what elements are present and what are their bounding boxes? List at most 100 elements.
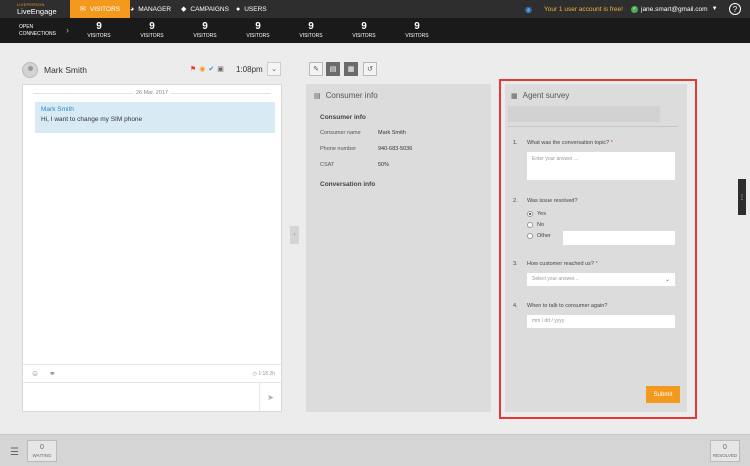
date-input[interactable]: mm / dd / yyyy — [526, 314, 676, 329]
resolved-counter[interactable]: 0 RESOLVED — [710, 440, 740, 462]
stat-label: VISITORS — [140, 33, 164, 39]
open-connections[interactable]: OPEN CONNECTIONS — [19, 24, 56, 38]
stat-item[interactable]: 9 VISITORS — [238, 21, 278, 39]
chevron-right-icon: › — [66, 25, 69, 35]
question-1: 1. What was the conversation topic? * — [513, 140, 613, 146]
stat-label: VISITORS — [193, 33, 217, 39]
question-label: How customer reached us? — [527, 261, 594, 267]
tab-users[interactable]: ● USERS — [236, 0, 267, 18]
waiting-counter[interactable]: 0 WAITING — [27, 440, 57, 462]
submit-button[interactable]: Submit — [646, 386, 680, 403]
consumer-info-panel: ▤ Consumer info Consumer info Consumer n… — [306, 84, 491, 412]
bell-icon[interactable]: ⚑ — [190, 65, 196, 73]
logo[interactable]: LIVEPERSON LiveEngage — [0, 0, 70, 18]
stat-value: 9 — [202, 21, 208, 32]
question-number: 1. — [513, 140, 518, 146]
history-widget-button[interactable]: ↺ — [363, 62, 377, 76]
status-icons: ⚑ ◉ ✔ ▣ — [190, 65, 224, 73]
notes-widget-button[interactable]: ✎ — [309, 62, 323, 76]
question-2: 2. Was issue resolved? — [513, 198, 578, 204]
chat-toolbar: ☺ ⚭ ◷ 1:18 2h — [23, 364, 281, 382]
avatar — [22, 62, 38, 78]
info-key: Phone number — [320, 146, 357, 152]
stat-item[interactable]: 9 VISITORS — [397, 21, 437, 39]
stats-bar: OPEN CONNECTIONS › 9 VISITORS 9 VISITORS 9… — [0, 18, 750, 43]
input-placeholder: mm / dd / yyyy — [532, 318, 565, 324]
top-nav: LIVEPERSON LiveEngage ✉ VISITORS ◕ MANAG… — [0, 0, 750, 18]
info-key: CSAT — [320, 162, 335, 168]
briefcase-icon: ▤ — [329, 66, 337, 73]
info-icon: ◉ — [525, 4, 532, 14]
survey-widget-button[interactable]: ▦ — [344, 62, 358, 76]
panel-title-text: Consumer info — [325, 91, 378, 100]
message-sender: Mark Smith — [41, 106, 74, 113]
attachment-icon[interactable]: ⚭ — [49, 369, 56, 378]
stat-value: 9 — [96, 21, 102, 32]
side-panel-handle[interactable]: ⋮ — [738, 179, 746, 215]
user-menu[interactable]: ✓ jane.smart@gmail.com ▼ — [631, 0, 718, 18]
info-row: Phone number 940-683-5036 — [320, 146, 490, 152]
radio-label: No — [537, 222, 545, 228]
menu-icon[interactable]: ☰ — [10, 447, 19, 458]
tab-visitors[interactable]: ✉ VISITORS — [70, 0, 131, 18]
question-4: 4. When to talk to consumer again? — [513, 303, 607, 309]
logo-name: LiveEngage — [17, 7, 57, 16]
divider — [508, 126, 678, 127]
stat-value: 9 — [149, 21, 155, 32]
radio-button[interactable] — [527, 233, 533, 239]
stat-item[interactable]: 9 VISITORS — [79, 21, 119, 39]
send-icon: ➤ — [267, 393, 274, 402]
stat-value: 9 — [361, 21, 367, 32]
date-separator: 26 Mar. 2017 — [23, 90, 281, 96]
radio-no[interactable]: No — [527, 222, 544, 228]
verified-icon[interactable]: ✔ — [208, 65, 214, 73]
timestamp-text: 1:18 2h — [258, 371, 275, 377]
panel-title: ▦ Agent survey — [511, 91, 569, 100]
input-placeholder: Enter your answer ... — [532, 156, 579, 162]
radio-button[interactable] — [527, 222, 533, 228]
promo-link[interactable]: ◉ Your 1 user account is free! — [525, 0, 623, 18]
agent-survey-panel: ▦ Agent survey 1. What was the conversati… — [505, 84, 687, 412]
stat-label: VISITORS — [246, 33, 270, 39]
other-input[interactable] — [562, 230, 676, 246]
radio-label: Yes — [537, 211, 546, 217]
panel-title-text: Agent survey — [522, 91, 570, 100]
tag-icon: ◆ — [181, 6, 187, 13]
pie-chart-icon: ◕ — [130, 5, 135, 13]
collapse-panel-button[interactable]: ‹ — [290, 226, 299, 244]
emoji-icon[interactable]: ☺ — [31, 369, 39, 378]
radio-yes[interactable]: Yes — [527, 211, 546, 217]
chat-input[interactable]: ➤ — [23, 382, 281, 412]
section-heading: Consumer info — [320, 114, 366, 121]
consumer-info-widget-button[interactable]: ▤ — [326, 62, 340, 76]
monitor-icon[interactable]: ▣ — [217, 65, 224, 73]
engagement-icon[interactable]: ◉ — [199, 65, 205, 73]
reach-select[interactable]: Select your answer... ⌄ — [526, 272, 676, 287]
stat-item[interactable]: 9 VISITORS — [291, 21, 331, 39]
history-icon: ↺ — [367, 66, 373, 73]
stat-label: VISITORS — [405, 33, 429, 39]
tab-label: USERS — [244, 5, 267, 13]
promo-text: Your 1 user account is free! — [543, 5, 623, 13]
stat-item[interactable]: 9 VISITORS — [344, 21, 384, 39]
bottom-bar: ☰ 0 WAITING 0 RESOLVED — [0, 434, 750, 466]
chat-menu-button[interactable]: ⌄ — [267, 62, 281, 76]
radio-other[interactable]: Other — [527, 233, 551, 239]
open-connections-label: OPEN — [19, 24, 34, 30]
tab-manager[interactable]: ◕ MANAGER — [130, 0, 171, 18]
topic-input[interactable]: Enter your answer ... — [526, 151, 676, 181]
tab-campaigns[interactable]: ◆ CAMPAIGNS — [181, 0, 229, 18]
question-label: What was the conversation topic? — [527, 140, 610, 146]
radio-button[interactable] — [527, 211, 533, 217]
stat-item[interactable]: 9 VISITORS — [132, 21, 172, 39]
tab-label: VISITORS — [89, 5, 121, 13]
stat-item[interactable]: 9 VISITORS — [185, 21, 225, 39]
clipboard-icon: ▦ — [347, 66, 355, 73]
user-icon: ● — [236, 5, 241, 13]
consumer-name: Mark Smith — [44, 65, 87, 75]
info-row: CSAT 50% — [320, 162, 490, 168]
counter-label: RESOLVED — [712, 453, 738, 458]
help-button[interactable]: ? — [729, 3, 741, 15]
question-number: 3. — [513, 261, 518, 267]
send-button[interactable]: ➤ — [259, 383, 281, 412]
